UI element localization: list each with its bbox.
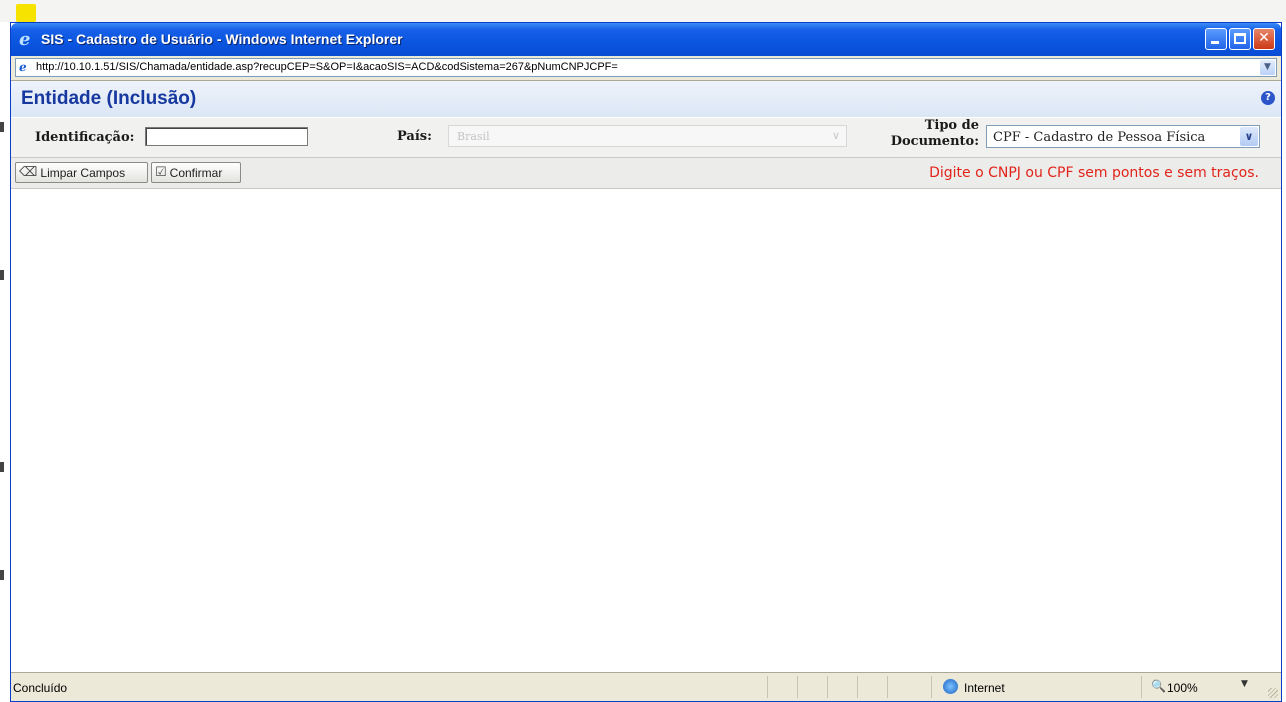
tipo-documento-label-line2: Documento: <box>890 134 979 149</box>
security-zone: Internet <box>964 681 1005 695</box>
resize-grip[interactable] <box>1268 688 1278 698</box>
pais-select: Brasil ∨ <box>448 125 847 147</box>
chevron-down-icon: ∨ <box>831 129 840 142</box>
confirmar-label: Confirmar <box>169 165 223 180</box>
status-divider <box>767 676 768 698</box>
zoom-level[interactable]: 100% <box>1167 681 1198 695</box>
pais-label: País: <box>397 129 432 144</box>
window-controls: ✕ <box>1205 28 1275 50</box>
tipo-documento-label: Tipo de Documento: <box>883 118 979 150</box>
status-divider <box>887 676 888 698</box>
identificacao-input[interactable] <box>145 127 308 146</box>
browser-popup-window: e SIS - Cadastro de Usuário - Windows In… <box>10 22 1282 702</box>
chevron-down-icon[interactable]: ∨ <box>1240 127 1258 146</box>
limpar-campos-label: Limpar Campos <box>40 165 126 180</box>
status-divider <box>857 676 858 698</box>
address-field[interactable]: ℯ http://10.10.1.51/SIS/Chamada/entidade… <box>15 58 1277 77</box>
status-divider <box>931 676 932 698</box>
page-title: Entidade (Inclusão) <box>21 88 197 109</box>
eraser-icon: ⌫ <box>19 165 38 180</box>
address-url: http://10.10.1.51/SIS/Chamada/entidade.a… <box>36 61 618 73</box>
tipo-documento-select-value: CPF - Cadastro de Pessoa Física <box>993 130 1206 145</box>
close-button[interactable]: ✕ <box>1253 28 1275 50</box>
page-icon: ℯ <box>19 60 27 74</box>
pais-select-value: Brasil <box>457 130 490 143</box>
tipo-documento-select[interactable]: CPF - Cadastro de Pessoa Física ∨ <box>986 125 1260 148</box>
status-divider <box>1141 676 1142 698</box>
content-area <box>11 189 1281 673</box>
internet-explorer-icon: e <box>19 29 31 50</box>
background-page-edge <box>0 22 8 702</box>
identificacao-label: Identificação: <box>35 130 135 145</box>
minimize-button[interactable] <box>1205 28 1227 50</box>
window-title: SIS - Cadastro de Usuário - Windows Inte… <box>41 31 403 47</box>
maximize-button[interactable] <box>1229 28 1251 50</box>
status-divider <box>827 676 828 698</box>
tipo-documento-label-line1: Tipo de <box>924 118 979 133</box>
status-divider <box>797 676 798 698</box>
help-icon[interactable]: ? <box>1261 91 1275 105</box>
checkbox-check-icon: ☑ <box>155 165 167 180</box>
chevron-down-icon[interactable]: ▼ <box>1241 679 1248 689</box>
address-bar: ℯ http://10.10.1.51/SIS/Chamada/entidade… <box>11 56 1281 81</box>
globe-icon <box>943 679 958 694</box>
maximize-icon <box>1234 33 1246 44</box>
background-page-logo <box>16 4 36 22</box>
limpar-campos-button[interactable]: ⌫ Limpar Campos <box>15 162 148 183</box>
background-page-strip <box>0 0 1286 22</box>
instruction-hint: Digite o CNPJ ou CPF sem pontos e sem tr… <box>929 165 1259 181</box>
confirmar-button[interactable]: ☑ Confirmar <box>151 162 241 183</box>
close-icon: ✕ <box>1258 30 1270 46</box>
window-titlebar[interactable]: e SIS - Cadastro de Usuário - Windows In… <box>11 23 1281 56</box>
status-bar: Concluído Internet 🔍 100% ▼ <box>11 672 1281 701</box>
minimize-icon <box>1211 41 1219 44</box>
status-text: Concluído <box>13 681 68 695</box>
action-toolbar: ⌫ Limpar Campos ☑ Confirmar Digite o CNP… <box>11 157 1281 190</box>
page-header: Entidade (Inclusão) ? <box>11 81 1281 117</box>
filter-row: Identificação: País: Brasil ∨ Tipo de Do… <box>11 117 1281 158</box>
zoom-icon[interactable]: 🔍 <box>1151 679 1166 693</box>
chevron-down-icon[interactable]: ▼ <box>1260 60 1275 75</box>
